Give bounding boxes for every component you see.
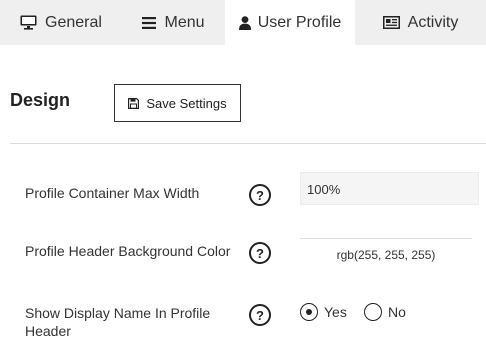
user-icon	[238, 15, 251, 30]
section-title: Design	[10, 90, 71, 110]
tab-menu[interactable]: Menu	[122, 0, 225, 45]
floppy-disk-icon	[128, 97, 140, 109]
tab-general[interactable]: General	[0, 0, 122, 45]
tab-bar: General Menu User Profile Activity	[0, 0, 486, 45]
header-bg-color-field[interactable]: rgb(255, 255, 255)	[300, 238, 472, 268]
show-display-name-label: Show Display Name In Profile Header	[25, 304, 210, 340]
radio-no-unselected-icon[interactable]	[364, 303, 382, 321]
max-width-help-icon[interactable]: ?	[249, 184, 271, 206]
max-width-label: Profile Container Max Width	[25, 185, 200, 201]
radio-yes[interactable]: Yes	[300, 303, 347, 321]
tab-menu-label: Menu	[164, 13, 205, 31]
tab-general-label: General	[45, 13, 102, 31]
show-display-name-help-icon[interactable]: ?	[249, 304, 271, 326]
show-display-name-label-line1: Show Display Name In Profile	[25, 305, 211, 321]
tab-activity-label: Activity	[407, 13, 459, 31]
newspaper-icon	[382, 16, 400, 29]
header-bg-color-label: Profile Header Background Color	[25, 243, 231, 259]
radio-yes-label: Yes	[324, 304, 347, 320]
show-display-name-label-line2: Header	[25, 323, 71, 339]
radio-no-label: No	[388, 304, 406, 320]
hamburger-menu-icon	[142, 16, 157, 29]
max-width-input[interactable]: 100%	[300, 172, 479, 205]
save-settings-label: Save Settings	[146, 95, 227, 111]
tab-user-profile-label: User Profile	[257, 13, 342, 31]
section-divider	[10, 143, 486, 144]
monitor-icon	[20, 15, 37, 30]
tab-user-profile[interactable]: User Profile	[225, 0, 355, 45]
radio-yes-selected-icon[interactable]	[300, 303, 318, 321]
radio-no[interactable]: No	[364, 303, 406, 321]
tab-activity[interactable]: Activity	[355, 0, 486, 45]
save-settings-button[interactable]: Save Settings	[114, 84, 241, 122]
header-bg-color-help-icon[interactable]: ?	[249, 242, 271, 264]
